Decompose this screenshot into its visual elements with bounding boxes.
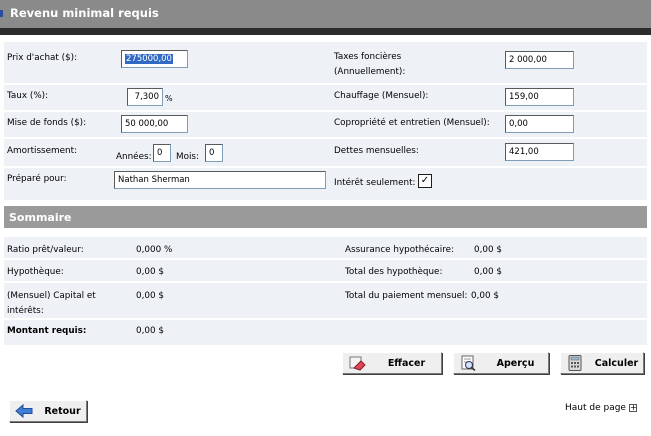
condo-fees-label: Copropriété et entretien (Mensuel): [334,118,490,128]
pi-label-line2: intérêts: [7,306,44,316]
insurance-label: Assurance hypothécaire: [345,245,455,255]
mortgage-value: 0,00 $ [136,267,164,277]
pi-value: 0,00 $ [136,291,164,301]
calculate-button[interactable]: Calculer [560,352,644,374]
required-amount-value: 0,00 $ [136,326,164,336]
heating-label: Chauffage (Mensuel): [334,91,429,101]
property-taxes-label-line2: (Annuellement): [334,67,406,77]
ltv-label: Ratio prêt/valeur: [7,245,84,255]
header-underline [0,28,651,35]
rate-label: Taux (%): [7,91,49,101]
purchase-price-label: Prix d'achat ($): [7,53,78,63]
monthly-debts-input[interactable]: 421,00 [505,143,574,161]
row-divider [4,166,647,168]
row-divider [4,258,647,260]
summary-title: Sommaire [9,211,72,224]
rate-unit: % [165,94,173,103]
summary-header: Sommaire [4,206,647,228]
heating-input[interactable]: 159,00 [505,88,574,106]
years-input[interactable]: 0 [153,144,171,162]
prepared-for-label: Préparé pour: [7,174,67,184]
total-payment-label: Total du paiement mensuel: [345,291,468,301]
required-amount-label: Montant requis: [7,326,87,336]
back-button[interactable]: Retour [9,400,87,422]
page-header: Revenu minimal requis [0,0,651,28]
years-label: Années: [116,152,152,162]
ltv-value: 0,000 % [136,245,173,255]
months-label: Mois: [176,152,199,162]
pi-label: (Mensuel) Capital et [7,291,96,301]
purchase-price-input[interactable]: 275000,00 [121,50,188,68]
property-taxes-label: Taxes foncières [334,52,402,62]
row-divider [4,137,647,139]
rate-input[interactable]: 7,300 [127,88,163,106]
header-marker [0,10,3,17]
months-input[interactable]: 0 [205,144,223,162]
plus-icon: + [628,403,637,412]
amortization-label: Amortissement: [7,146,78,156]
down-payment-label: Mise de fonds ($): [7,118,87,128]
row-divider [4,110,647,112]
prepared-for-input[interactable]: Nathan Sherman [114,171,326,189]
clear-button[interactable]: Effacer [342,352,442,374]
preview-button[interactable]: Aperçu [453,352,549,374]
condo-fees-input[interactable]: 0,00 [505,115,574,133]
page-title: Revenu minimal requis [10,6,159,20]
total-mortgage-value: 0,00 $ [474,267,502,277]
total-mortgage-label: Total des hypothèque: [345,267,443,277]
property-taxes-input[interactable]: 2 000,00 [505,51,574,69]
calculator-icon [568,355,582,371]
interest-only-label: Intérêt seulement: [334,178,416,188]
interest-only-checkbox[interactable]: ✓ [418,174,432,188]
preview-icon [461,355,476,371]
down-payment-input[interactable]: 50 000,00 [121,115,188,133]
back-to-top-link[interactable]: Haut de page + [565,403,637,413]
row-divider [4,281,647,283]
total-payment-value: 0,00 $ [471,291,499,301]
eraser-icon [349,356,366,371]
back-to-top-label: Haut de page [565,403,626,413]
row-divider [4,83,647,85]
summary-panel [4,237,647,345]
mortgage-label: Hypothèque: [7,267,64,277]
monthly-debts-label: Dettes mensuelles: [334,146,419,156]
row-divider [4,318,647,320]
insurance-value: 0,00 $ [474,245,502,255]
back-arrow-icon [15,403,33,419]
